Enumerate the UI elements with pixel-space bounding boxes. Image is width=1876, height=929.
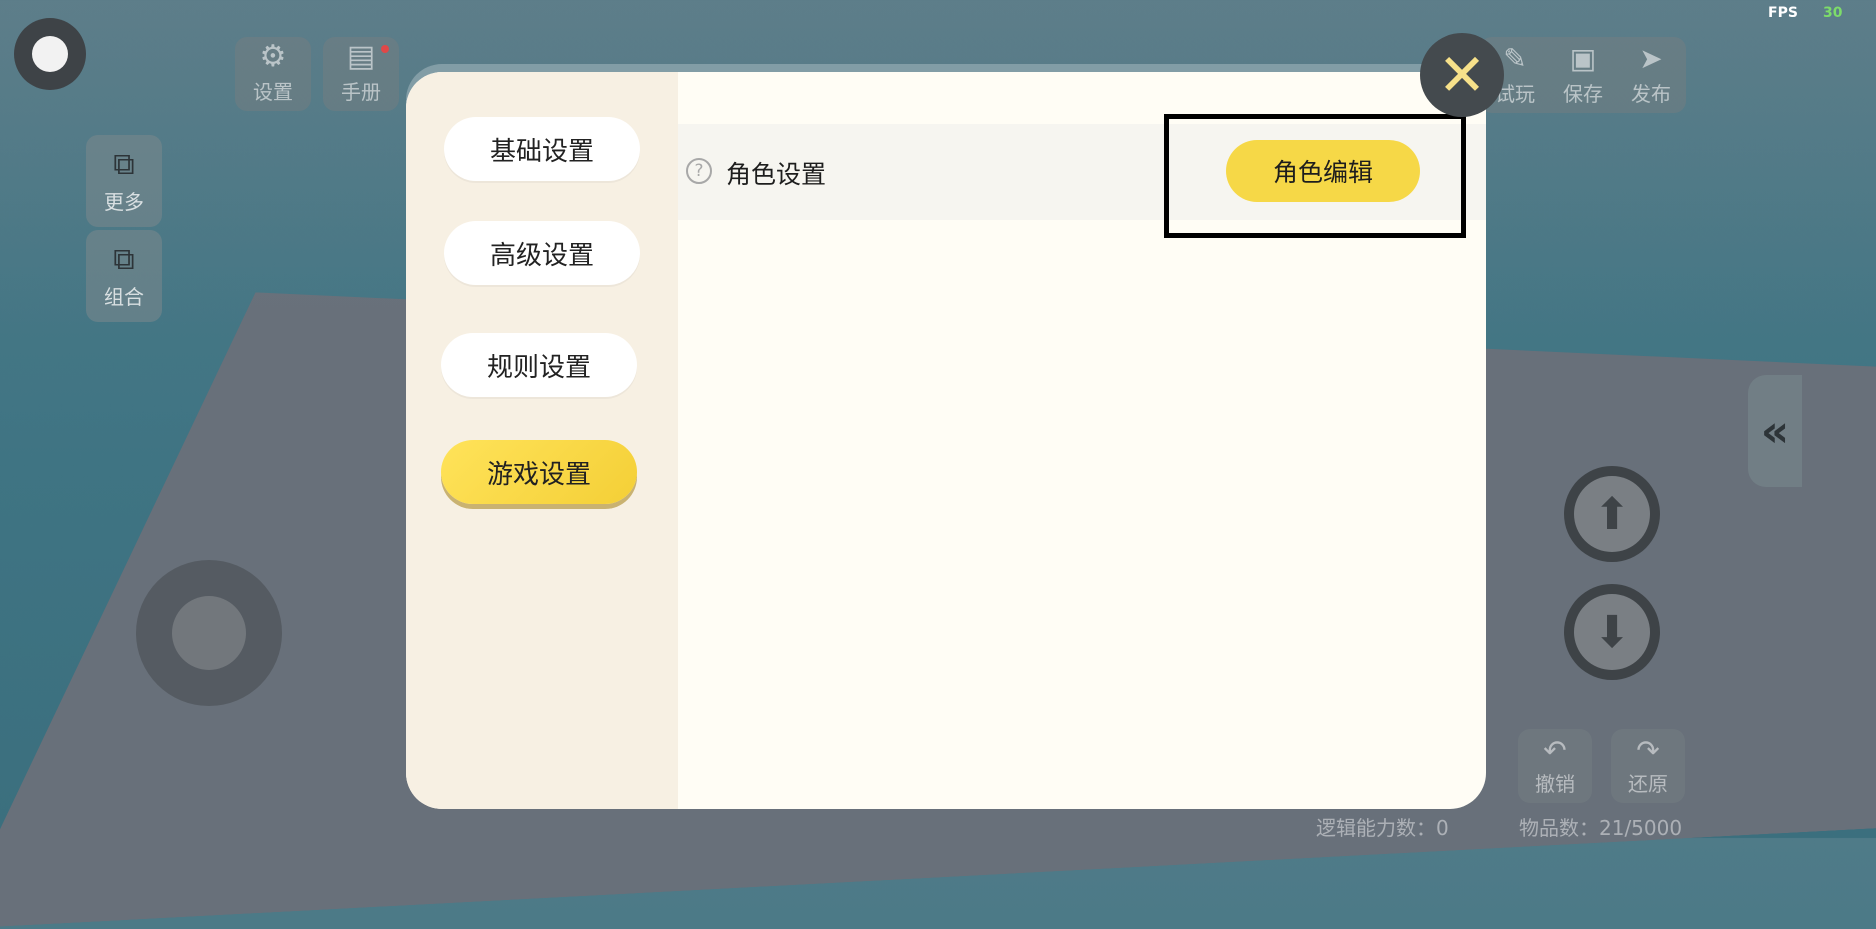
undo-button[interactable]: ↶ 撤销 — [1518, 729, 1592, 803]
undo-label: 撤销 — [1535, 772, 1575, 796]
collapse-panel-button[interactable]: « — [1748, 375, 1802, 487]
menu-advanced-settings[interactable]: 高级设置 — [444, 221, 640, 285]
settings-label: 设置 — [253, 80, 293, 104]
highlight-box — [1164, 114, 1466, 238]
menu-label: 规则设置 — [486, 352, 591, 383]
camera-toggle-button[interactable] — [14, 18, 86, 90]
logic-count: 逻辑能力数：0 — [1316, 816, 1449, 840]
group-button[interactable]: ⧉ 组合 — [86, 230, 162, 322]
manual-button[interactable]: ▤ 手册 — [323, 37, 399, 111]
menu-label: 基础设置 — [489, 136, 594, 167]
menu-game-settings[interactable]: 游戏设置 — [441, 440, 637, 504]
arrow-up-icon: ⬆ — [1574, 476, 1650, 552]
group-icon: ⧉ — [113, 241, 135, 277]
close-dialog-button[interactable]: ✕ — [1420, 33, 1504, 117]
arrow-down-icon: ⬇ — [1574, 594, 1650, 670]
fps-value: 30 — [1823, 5, 1843, 21]
save-button[interactable]: ▣ 保存 — [1548, 37, 1618, 113]
menu-label: 高级设置 — [489, 240, 594, 271]
menu-label: 游戏设置 — [486, 459, 591, 490]
fly-up-button[interactable]: ⬆ — [1564, 466, 1660, 562]
redo-icon: ↷ — [1636, 734, 1660, 767]
paper-plane-icon: ➤ — [1639, 42, 1663, 75]
close-icon: ✕ — [1437, 41, 1487, 109]
gear-icon: ⚙ — [259, 39, 287, 74]
joystick-knob[interactable] — [172, 596, 246, 670]
more-button[interactable]: ⧉ 更多 — [86, 135, 162, 227]
pencil-icon: ✎ — [1503, 42, 1527, 75]
redo-label: 还原 — [1628, 772, 1668, 796]
publish-button[interactable]: ➤ 发布 — [1616, 37, 1686, 113]
top-right-toolbar: ✎ 试玩 ▣ 保存 ➤ 发布 — [1480, 37, 1686, 113]
item-count: 物品数：21/5000 — [1519, 816, 1683, 840]
menu-rule-settings[interactable]: 规则设置 — [441, 333, 637, 397]
fps-label: FPS — [1768, 5, 1798, 21]
notification-dot — [381, 45, 389, 53]
group-label: 组合 — [104, 284, 144, 309]
undo-icon: ↶ — [1543, 734, 1567, 767]
layers-icon: ⧉ — [113, 146, 135, 182]
save-label: 保存 — [1563, 82, 1603, 106]
help-icon[interactable]: ? — [686, 158, 712, 184]
double-chevron-left-icon: « — [1760, 405, 1790, 457]
menu-basic-settings[interactable]: 基础设置 — [444, 117, 640, 181]
publish-label: 发布 — [1631, 82, 1671, 106]
character-settings-label: 角色设置 — [726, 160, 827, 189]
movement-joystick[interactable] — [136, 560, 282, 706]
more-label: 更多 — [104, 189, 144, 214]
book-icon: ▤ — [346, 39, 376, 74]
manual-label: 手册 — [341, 80, 381, 104]
camera-dot-icon — [32, 36, 68, 72]
redo-button[interactable]: ↷ 还原 — [1611, 729, 1685, 803]
settings-button[interactable]: ⚙ 设置 — [235, 37, 311, 111]
fly-down-button[interactable]: ⬇ — [1564, 584, 1660, 680]
floppy-icon: ▣ — [1569, 42, 1597, 75]
